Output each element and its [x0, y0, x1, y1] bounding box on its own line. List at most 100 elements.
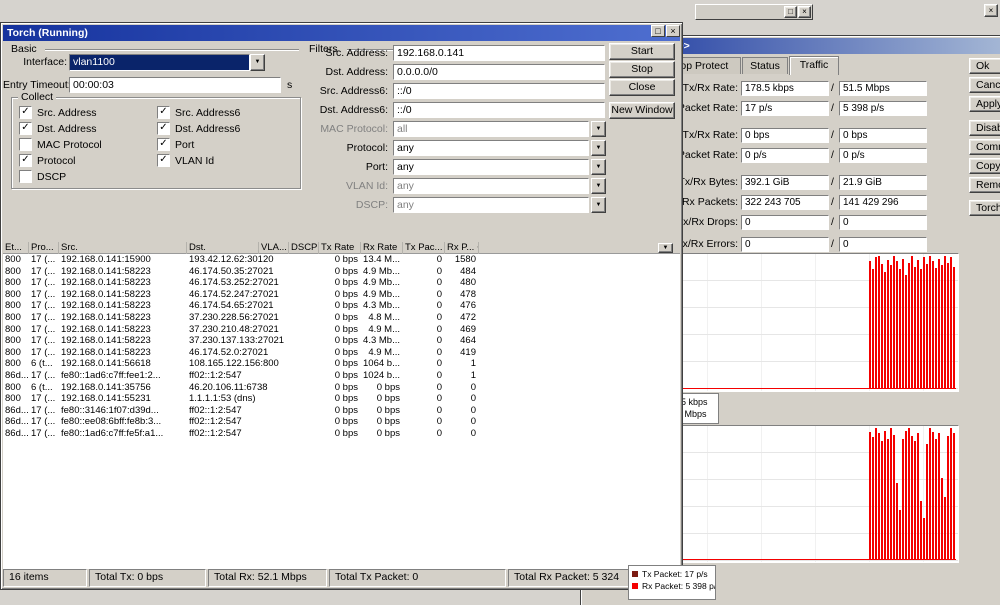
column-header-tx-rate[interactable]: Tx Rate	[319, 242, 361, 254]
cell-tx-packet: 0	[403, 324, 445, 336]
remove-button[interactable]: Remove	[969, 177, 1000, 193]
cancel-button[interactable]: Cancel	[969, 77, 1000, 93]
restore-button[interactable]: □	[784, 6, 797, 18]
dropdown-arrow[interactable]: ▼	[591, 159, 606, 175]
cell-src: fe80::1ad6:c7ff:fe5f:a1...	[59, 428, 187, 440]
cell-rx-rate: 4.3 Mb...	[361, 335, 403, 347]
torch-window-titlebar[interactable]: Torch (Running)	[3, 25, 680, 41]
column-header-rx-packet[interactable]: Rx P...▼	[445, 242, 479, 254]
dst-address6-input[interactable]: ::/0	[393, 102, 605, 118]
cell-rx-rate: 4.9 Mb...	[361, 266, 403, 278]
cell-tx-packet: 0	[403, 347, 445, 359]
cell-ethertype: 86d...	[3, 370, 29, 382]
dropdown-arrow[interactable]: ▼	[591, 178, 606, 194]
dst-address-input[interactable]: 0.0.0.0/0	[393, 64, 605, 80]
cell-tx-packet: 0	[403, 277, 445, 289]
close-button[interactable]: ×	[666, 25, 680, 37]
cell-rx-rate: 0 bps	[361, 382, 403, 394]
cell-tx-rate: 0 bps	[319, 382, 361, 394]
column-header-src[interactable]: Src.	[59, 242, 187, 254]
cell-dst: ff02::1:2:547	[187, 370, 259, 382]
tab-traffic[interactable]: Traffic	[789, 56, 839, 75]
cell-rx-packet: 1580	[445, 254, 479, 266]
cell-tx-rate: 0 bps	[319, 393, 361, 405]
vlan-id-combobox[interactable]: any	[393, 178, 589, 194]
table-row[interactable]: 800 6 (t... 192.168.0.141:35756 46.20.10…	[3, 382, 680, 394]
table-row[interactable]: 800 17 (... 192.168.0.141:58223 37.230.2…	[3, 312, 680, 324]
cell-vlan	[259, 416, 289, 428]
cell-tx-packet: 0	[403, 382, 445, 394]
copy-button[interactable]: Copy	[969, 158, 1000, 174]
column-header-ethertype[interactable]: Et...	[3, 242, 29, 254]
apply-button[interactable]: Apply	[969, 96, 1000, 112]
table-row[interactable]: 86d... 17 (... fe80::ee08:6bff:fe8b:3...…	[3, 416, 680, 428]
comment-button[interactable]: Comment	[969, 139, 1000, 155]
cell-ethertype: 800	[3, 324, 29, 336]
ok-button[interactable]: Ok	[969, 58, 1000, 74]
cell-ethertype: 800	[3, 254, 29, 266]
column-header-tx-packet[interactable]: Tx Pac...	[403, 242, 445, 254]
tab-status[interactable]: Status	[742, 57, 788, 74]
mac-protocol-combobox[interactable]: all	[393, 121, 589, 137]
cell-vlan	[259, 393, 289, 405]
table-row[interactable]: 800 17 (... 192.168.0.141:58223 46.174.5…	[3, 277, 680, 289]
port-combobox[interactable]: any	[393, 159, 589, 175]
new-window-button[interactable]: New Window	[609, 102, 675, 119]
disable-button[interactable]: Disable	[969, 120, 1000, 136]
column-header-protocol[interactable]: Pro...	[29, 242, 59, 254]
dropdown-arrow[interactable]: ▼	[591, 197, 606, 213]
cell-tx-rate: 0 bps	[319, 358, 361, 370]
src-address6-input[interactable]: ::/0	[393, 83, 605, 99]
cell-protocol: 17 (...	[29, 254, 59, 266]
table-row[interactable]: 800 17 (... 192.168.0.141:58223 46.174.5…	[3, 300, 680, 312]
cell-ethertype: 800	[3, 300, 29, 312]
table-row[interactable]: 86d... 17 (... fe80::1ad6:c7ff:fee1:2...…	[3, 370, 680, 382]
table-row[interactable]: 800 17 (... 192.168.0.141:55231 1.1.1.1:…	[3, 393, 680, 405]
cell-rx-rate: 4.8 M...	[361, 312, 403, 324]
cell-tx-packet: 0	[403, 393, 445, 405]
filter-label: Src. Address6:	[291, 83, 388, 99]
table-row[interactable]: 800 17 (... 192.168.0.141:58223 46.174.5…	[3, 289, 680, 301]
column-header-rx-rate[interactable]: Rx Rate	[361, 242, 403, 254]
cell-dst: 46.174.52.0:27021	[187, 347, 259, 359]
rx-rate-value: 51.5 Mbps	[839, 81, 927, 96]
column-chooser-arrow[interactable]: ▼	[658, 243, 673, 253]
cell-src: fe80::ee08:6bff:fe8b:3...	[59, 416, 187, 428]
filter-port: Port: any ▼	[3, 159, 679, 175]
cell-ethertype: 800	[3, 347, 29, 359]
table-row[interactable]: 86d... 17 (... fe80::3146:1f07:d39d... f…	[3, 405, 680, 417]
table-row[interactable]: 800 17 (... 192.168.0.141:15900 193.42.1…	[3, 254, 680, 266]
separator: /	[831, 195, 834, 210]
table-row[interactable]: 800 17 (... 192.168.0.141:58223 46.174.5…	[3, 347, 680, 359]
table-row[interactable]: 86d... 17 (... fe80::1ad6:c7ff:fe5f:a1..…	[3, 428, 680, 440]
maximize-button[interactable]: □	[651, 25, 665, 37]
cell-tx-rate: 0 bps	[319, 277, 361, 289]
tx-legend-swatch	[632, 571, 638, 577]
torch-button[interactable]: Torch	[969, 200, 1000, 216]
table-row[interactable]: 800 17 (... 192.168.0.141:58223 37.230.1…	[3, 335, 680, 347]
stop-button[interactable]: Stop	[609, 61, 675, 78]
column-header-dscp[interactable]: DSCP	[289, 242, 319, 254]
column-header-dst[interactable]: Dst.	[187, 242, 259, 254]
cell-src: 192.168.0.141:58223	[59, 324, 187, 336]
protocol-combobox[interactable]: any	[393, 140, 589, 156]
close-button[interactable]: Close	[609, 79, 675, 96]
cell-tx-rate: 0 bps	[319, 324, 361, 336]
cell-protocol: 6 (t...	[29, 358, 59, 370]
corner-close-button[interactable]: ×	[984, 4, 998, 17]
cell-tx-rate: 0 bps	[319, 289, 361, 301]
src-address-input[interactable]: 192.168.0.141	[393, 45, 605, 61]
dropdown-arrow[interactable]: ▼	[591, 121, 606, 137]
dscp-combobox[interactable]: any	[393, 197, 589, 213]
cell-dscp	[289, 416, 319, 428]
filter-dst-address: Dst. Address: 0.0.0.0/0	[3, 64, 679, 80]
tx-bytes-value: 392.1 GiB	[741, 175, 829, 190]
start-button[interactable]: Start	[609, 43, 675, 60]
table-row[interactable]: 800 17 (... 192.168.0.141:58223 46.174.5…	[3, 266, 680, 278]
column-header-vlan[interactable]: VLA...	[259, 242, 289, 254]
table-row[interactable]: 800 17 (... 192.168.0.141:58223 37.230.2…	[3, 324, 680, 336]
dropdown-arrow[interactable]: ▼	[591, 140, 606, 156]
cell-tx-rate: 0 bps	[319, 347, 361, 359]
close-button[interactable]: ×	[798, 6, 811, 18]
table-row[interactable]: 800 6 (t... 192.168.0.141:56618 108.165.…	[3, 358, 680, 370]
